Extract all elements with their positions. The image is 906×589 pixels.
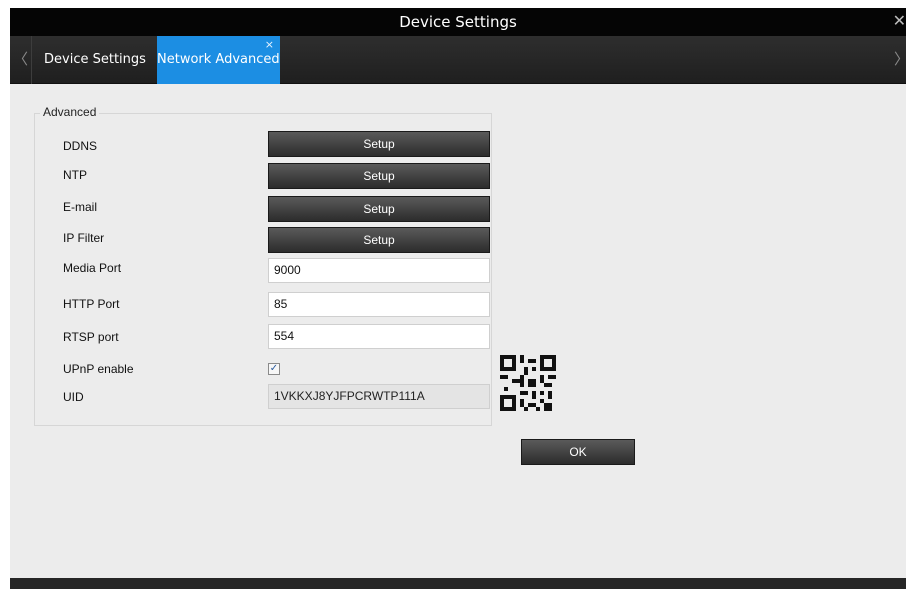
chevron-right-icon[interactable]: 〉 xyxy=(894,36,906,84)
chevron-left-icon[interactable]: 〈 xyxy=(10,36,32,84)
close-icon[interactable]: × xyxy=(265,36,274,69)
http-port-field[interactable]: 85 xyxy=(268,292,490,317)
close-icon[interactable]: ✕ xyxy=(892,8,906,36)
ok-button[interactable]: OK xyxy=(521,439,635,465)
ntp-label: NTP xyxy=(63,168,87,182)
uid-field: 1VKKXJ8YJFPCRWTP111A xyxy=(268,384,490,409)
tab-label: Network Advanced xyxy=(157,52,280,67)
upnp-enable-checkbox[interactable]: ✓ xyxy=(268,363,280,375)
media-port-field[interactable]: 9000 xyxy=(268,258,490,283)
upnp-enable-label: UPnP enable xyxy=(63,362,134,376)
ip-filter-label: IP Filter xyxy=(63,231,105,245)
qr-code-icon xyxy=(500,355,556,411)
tab-bar: 〈 Device Settings Network Advanced × 〉 xyxy=(10,36,906,84)
ntp-setup-button[interactable]: Setup xyxy=(268,163,490,189)
ip-filter-setup-button[interactable]: Setup xyxy=(268,227,490,253)
tab-network-advanced[interactable]: Network Advanced × xyxy=(157,36,280,84)
tab-label: Device Settings xyxy=(44,52,146,67)
email-label: E-mail xyxy=(63,200,98,214)
device-settings-window: Device Settings ✕ 〈 Device Settings Netw… xyxy=(10,8,906,589)
http-port-label: HTTP Port xyxy=(63,297,120,311)
bottom-bar xyxy=(10,578,906,589)
ddns-setup-button[interactable]: Setup xyxy=(268,131,490,157)
window-title: Device Settings xyxy=(399,13,517,31)
uid-label: UID xyxy=(63,390,84,404)
ddns-label: DDNS xyxy=(63,139,98,153)
advanced-group-legend: Advanced xyxy=(40,105,100,119)
rtsp-port-label: RTSP port xyxy=(63,330,119,344)
media-port-label: Media Port xyxy=(63,261,122,275)
title-bar: Device Settings ✕ xyxy=(10,8,906,36)
email-setup-button[interactable]: Setup xyxy=(268,196,490,222)
tab-device-settings[interactable]: Device Settings xyxy=(36,36,156,84)
rtsp-port-field[interactable]: 554 xyxy=(268,324,490,349)
